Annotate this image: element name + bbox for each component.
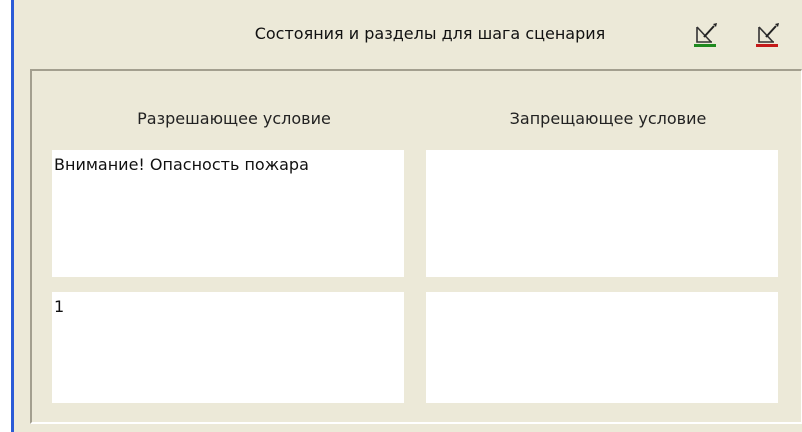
- allow-section-field[interactable]: 1: [52, 292, 404, 403]
- deny-condition-header: Запрещающее условие: [509, 109, 707, 128]
- conditions-frame: Разрешающее условие Запрещающее условие …: [30, 69, 802, 424]
- edit-allow-icon: [690, 18, 722, 50]
- panel-header: Состояния и разделы для шага сценария: [14, 0, 802, 68]
- allow-state-field[interactable]: Внимание! Опасность пожара: [52, 150, 404, 277]
- deny-section-field[interactable]: [426, 292, 778, 403]
- allow-condition-header: Разрешающее условие: [137, 109, 331, 128]
- scenario-step-panel: Состояния и разделы для шага сценария Ра…: [14, 0, 802, 432]
- deny-state-field[interactable]: [426, 150, 778, 277]
- edit-deny-button[interactable]: [752, 18, 784, 50]
- edit-deny-icon: [752, 18, 784, 50]
- panel-title: Состояния и разделы для шага сценария: [254, 24, 606, 43]
- edit-allow-button[interactable]: [690, 18, 722, 50]
